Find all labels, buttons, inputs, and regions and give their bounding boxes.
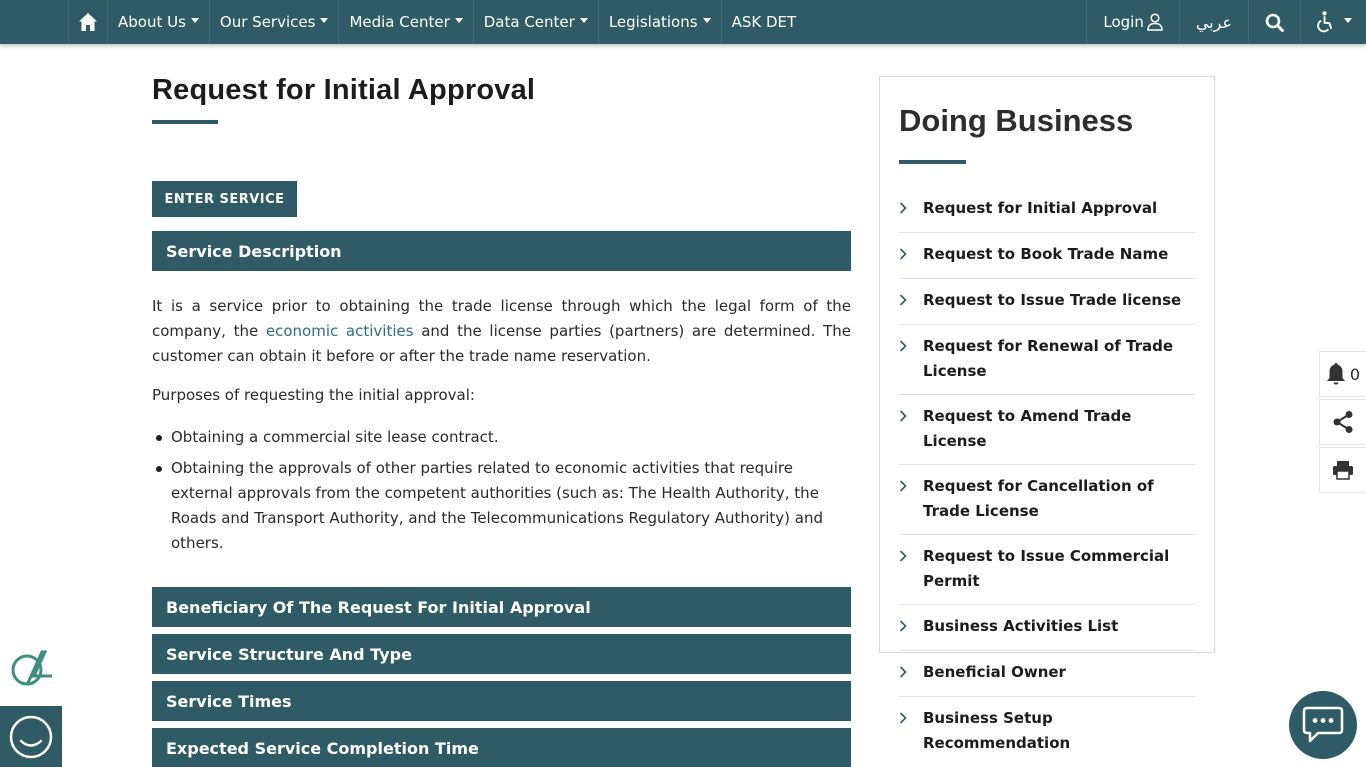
section-structure-type[interactable]: Service Structure And Type	[152, 634, 851, 674]
chevron-right-icon	[899, 614, 923, 640]
sidebar-item-cancellation[interactable]: Request for Cancellation of Trade Licens…	[899, 465, 1195, 535]
chevron-down-icon	[1344, 17, 1352, 23]
print-button[interactable]	[1319, 447, 1366, 493]
det-logo-icon	[8, 646, 54, 690]
economic-activities-link[interactable]: economic activities	[266, 322, 414, 340]
sidebar-item-label: Request for Initial Approval	[923, 199, 1158, 217]
chevron-right-icon	[899, 404, 923, 430]
chevron-right-icon	[899, 196, 923, 222]
sidebar-item-setup-recommendation[interactable]: Business Setup Recommendation	[899, 697, 1195, 766]
sidebar-item-initial-approval[interactable]: Request for Initial Approval	[899, 187, 1195, 233]
chevron-right-icon	[899, 474, 923, 500]
sidebar-title-underline	[899, 160, 966, 164]
sidebar-item-label: Business Setup Recommendation	[923, 709, 1071, 752]
sidebar-item-book-trade-name[interactable]: Request to Book Trade Name	[899, 233, 1195, 279]
live-chat-button[interactable]	[1289, 691, 1357, 759]
enter-service-button[interactable]: ENTER SERVICE	[152, 181, 297, 217]
sidebar-item-label: Request to Book Trade Name	[923, 245, 1169, 263]
nav-about-us[interactable]: About Us	[108, 0, 210, 44]
login-button[interactable]: Login	[1086, 0, 1178, 44]
chevron-right-icon	[899, 660, 923, 686]
sidebar-item-label: Request to Issue Trade license	[923, 291, 1182, 309]
chevron-down-icon	[190, 17, 199, 23]
chevron-down-icon	[320, 17, 329, 23]
list-item: Obtaining the approvals of other parties…	[156, 456, 851, 556]
print-icon	[1333, 461, 1353, 480]
sidebar-item-amend[interactable]: Request to Amend Trade License	[899, 395, 1195, 465]
chevron-right-icon	[899, 334, 923, 360]
chevron-down-icon	[454, 17, 463, 23]
service-description-content: It is a service prior to obtaining the t…	[152, 294, 851, 562]
search-icon	[1265, 13, 1284, 32]
chevron-right-icon	[899, 242, 923, 268]
accessibility-button[interactable]	[1300, 0, 1366, 44]
purposes-heading: Purposes of requesting the initial appro…	[152, 386, 475, 404]
sidebar-item-renewal[interactable]: Request for Renewal of Trade License	[899, 325, 1195, 395]
section-completion-time[interactable]: Expected Service Completion Time	[152, 728, 851, 767]
sidebar-item-beneficial-owner[interactable]: Beneficial Owner	[899, 651, 1195, 697]
language-label: عربي	[1195, 12, 1232, 32]
sidebar-item-activities-list[interactable]: Business Activities List	[899, 605, 1195, 651]
sidebar-title: Doing Business	[899, 103, 1134, 138]
nav-legislations-label: Legislations	[608, 13, 698, 31]
chevron-down-icon	[702, 17, 711, 23]
nav-media-center[interactable]: Media Center	[339, 0, 474, 44]
home-button[interactable]	[68, 0, 108, 44]
nav-our-services[interactable]: Our Services	[210, 0, 340, 44]
sidebar-item-label: Business Activities List	[923, 617, 1119, 635]
sidebar-item-label: Beneficial Owner	[923, 663, 1066, 681]
nav-about-us-label: About Us	[118, 13, 186, 31]
section-service-description[interactable]: Service Description	[152, 231, 851, 271]
chat-bubble-icon	[1302, 706, 1344, 743]
sidebar-item-label: Request for Cancellation of Trade Licens…	[923, 477, 1154, 520]
smile-chat-icon	[9, 715, 53, 758]
assistant-chat-button[interactable]	[0, 706, 62, 767]
nav-data-center[interactable]: Data Center	[474, 0, 599, 44]
doing-business-sidebar: Doing Business Request for Initial Appro…	[879, 76, 1215, 752]
nav-right-group: Login عربي	[1086, 0, 1366, 44]
nav-data-center-label: Data Center	[483, 13, 575, 31]
nav-legislations[interactable]: Legislations	[599, 0, 722, 44]
login-label: Login	[1103, 13, 1144, 31]
sidebar-item-label: Request to Amend Trade License	[923, 407, 1132, 450]
chevron-down-icon	[579, 17, 588, 23]
share-button[interactable]	[1319, 399, 1366, 445]
section-service-times[interactable]: Service Times	[152, 681, 851, 721]
title-underline	[152, 120, 218, 124]
language-switch[interactable]: عربي	[1178, 0, 1248, 44]
nav-ask-det[interactable]: ASK DET	[722, 0, 807, 44]
section-beneficiary[interactable]: Beneficiary Of The Request For Initial A…	[152, 587, 851, 627]
page-title: Request for Initial Approval	[152, 74, 536, 106]
search-button[interactable]	[1248, 0, 1300, 44]
sidebar-item-commercial-permit[interactable]: Request to Issue Commercial Permit	[899, 535, 1195, 605]
sidebar-list: Request for Initial Approval Request to …	[899, 187, 1195, 766]
user-icon	[1147, 13, 1163, 31]
chevron-right-icon	[899, 288, 923, 314]
sidebar-item-label: Request for Renewal of Trade License	[923, 337, 1174, 380]
nav-media-center-label: Media Center	[349, 13, 450, 31]
sidebar-item-issue-trade-license[interactable]: Request to Issue Trade license	[899, 279, 1195, 325]
notifications-button[interactable]: 0	[1319, 351, 1366, 397]
list-item: Obtaining a commercial site lease contra…	[156, 425, 851, 450]
notification-count: 0	[1349, 364, 1361, 384]
description-paragraph: It is a service prior to obtaining the t…	[152, 294, 851, 369]
home-icon	[79, 13, 97, 31]
bell-icon	[1326, 363, 1345, 385]
purposes-list: Obtaining a commercial site lease contra…	[152, 425, 851, 556]
top-navigation: About Us Our Services Media Center Data …	[0, 0, 1366, 44]
nav-ask-det-label: ASK DET	[731, 13, 797, 31]
chevron-right-icon	[899, 544, 923, 570]
chevron-right-icon	[899, 706, 923, 732]
share-icon	[1333, 411, 1353, 433]
nav-our-services-label: Our Services	[219, 13, 316, 31]
sidebar-item-label: Request to Issue Commercial Permit	[923, 547, 1170, 590]
accessibility-icon	[1317, 11, 1333, 33]
